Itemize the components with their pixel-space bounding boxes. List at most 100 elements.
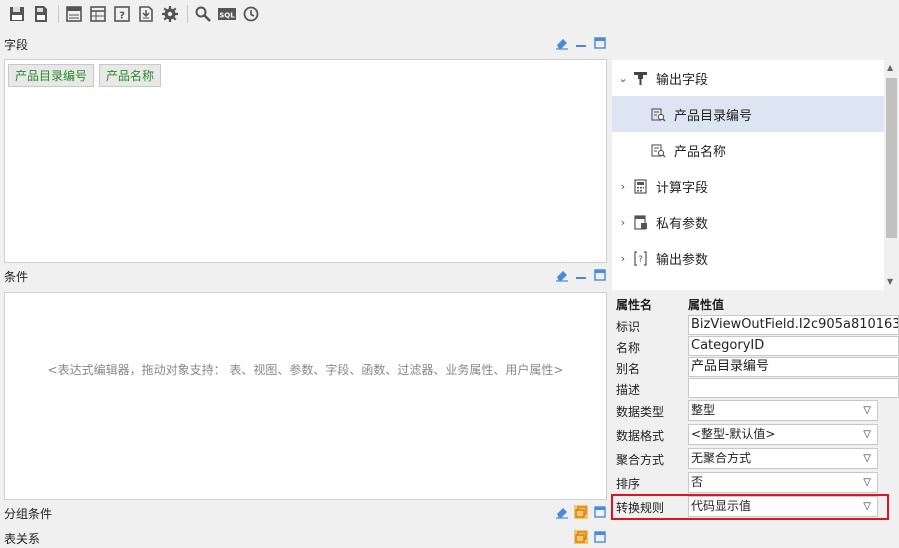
maximize-icon[interactable] bbox=[593, 36, 607, 50]
prop-id-field[interactable]: BizViewOutField.I2c905a8101638fb bbox=[688, 315, 899, 335]
group-header-tools bbox=[555, 505, 607, 519]
data-format-select[interactable]: <整型-默认值> ▽ bbox=[688, 424, 878, 445]
save-icon[interactable] bbox=[6, 3, 28, 25]
sort-select[interactable]: 否 ▽ bbox=[688, 472, 878, 493]
fields-header-tools bbox=[555, 36, 607, 50]
relation-section-title: 表关系 bbox=[0, 527, 40, 548]
chevron-right-icon[interactable]: › bbox=[614, 180, 632, 193]
fields-title-text: 字段 bbox=[4, 37, 29, 52]
select-value: <整型-默认值> bbox=[691, 427, 776, 441]
maximize-icon[interactable] bbox=[593, 530, 607, 544]
maximize-icon[interactable] bbox=[593, 268, 607, 282]
prop-label: 聚合方式 bbox=[616, 453, 665, 467]
save-as-icon[interactable] bbox=[30, 3, 52, 25]
highlight-box bbox=[611, 494, 889, 520]
tree-item-label: 输出参数 bbox=[656, 252, 709, 268]
table-icon[interactable] bbox=[87, 3, 109, 25]
restore-icon[interactable] bbox=[574, 505, 588, 519]
tree-item-label: 产品名称 bbox=[674, 144, 727, 160]
expression-editor-placeholder: <表达式编辑器，拖动对象支持： 表、视图、参数、字段、函数、过滤器、业务属性、用… bbox=[47, 363, 564, 377]
group-section-title: 分组条件 bbox=[0, 502, 52, 524]
history-icon[interactable] bbox=[240, 3, 262, 25]
prop-row-data-format: 数据格式 <整型-默认值> ▽ bbox=[612, 423, 899, 446]
prop-label: 描述 bbox=[616, 383, 641, 397]
eraser-icon[interactable] bbox=[555, 505, 569, 519]
tree-item-label: 计算字段 bbox=[656, 180, 709, 196]
prop-row-alias: 别名 产品目录编号 bbox=[612, 356, 899, 379]
tree-item-calculated-fields[interactable]: › 计算字段 bbox=[612, 168, 884, 204]
group-title-text: 分组条件 bbox=[4, 506, 53, 521]
toolbar-divider bbox=[58, 5, 59, 23]
prop-label: 标识 bbox=[616, 320, 641, 334]
prop-label: 数据格式 bbox=[616, 429, 665, 443]
chevron-right-icon[interactable]: › bbox=[614, 216, 632, 229]
select-value: 整型 bbox=[691, 403, 716, 417]
tree-item-product-name[interactable]: 产品名称 bbox=[612, 132, 884, 168]
prop-row-aggregation: 聚合方式 无聚合方式 ▽ bbox=[612, 447, 899, 470]
tree-scrollbar[interactable]: ▲ ▼ bbox=[884, 60, 899, 290]
tree-item-label: 私有参数 bbox=[656, 216, 709, 232]
tree-item-label: 输出字段 bbox=[656, 72, 709, 88]
scroll-thumb[interactable] bbox=[886, 78, 897, 238]
expression-editor[interactable]: <表达式编辑器，拖动对象支持： 表、视图、参数、字段、函数、过滤器、业务属性、用… bbox=[4, 292, 607, 500]
sql-icon-label: SQL bbox=[219, 12, 235, 20]
calculator-icon bbox=[632, 178, 648, 194]
eraser-icon[interactable] bbox=[555, 268, 569, 282]
chevron-down-icon[interactable]: ⌄ bbox=[614, 72, 632, 85]
property-name-header: 属性名 bbox=[616, 298, 653, 312]
prop-row-id: 标识 BizViewOutField.I2c905a8101638fb bbox=[612, 314, 899, 337]
conditions-section-title: 条件 bbox=[0, 265, 28, 287]
prop-label: 别名 bbox=[616, 362, 641, 376]
field-chip-product-name[interactable]: 产品名称 bbox=[99, 64, 162, 87]
select-value: 无聚合方式 bbox=[691, 451, 752, 465]
relation-header-tools bbox=[574, 530, 607, 544]
prop-row-sort: 排序 否 ▽ bbox=[612, 471, 899, 494]
scroll-down-icon[interactable]: ▼ bbox=[887, 277, 893, 286]
prop-name-field[interactable]: CategoryID bbox=[688, 336, 899, 356]
view-icon[interactable] bbox=[63, 3, 85, 25]
property-value-header: 属性值 bbox=[688, 298, 725, 312]
chevron-right-icon[interactable]: › bbox=[614, 252, 632, 265]
conditions-title-text: 条件 bbox=[4, 269, 29, 284]
prop-row-data-type: 数据类型 整型 ▽ bbox=[612, 399, 899, 422]
data-type-select[interactable]: 整型 ▽ bbox=[688, 400, 878, 421]
maximize-icon[interactable] bbox=[593, 505, 607, 519]
sql-icon[interactable]: SQL bbox=[216, 3, 238, 25]
prop-description-field[interactable] bbox=[688, 378, 899, 398]
filter-icon bbox=[632, 70, 648, 86]
private-param-icon bbox=[632, 214, 648, 230]
chevron-down-icon: ▽ bbox=[863, 429, 871, 440]
toolbar: ? SQL bbox=[0, 0, 899, 28]
minimize-icon[interactable] bbox=[574, 36, 588, 50]
tree-item-label: 产品目录编号 bbox=[674, 108, 753, 124]
prop-label: 数据类型 bbox=[616, 405, 665, 419]
chevron-down-icon: ▽ bbox=[863, 477, 871, 488]
settings-icon[interactable] bbox=[159, 3, 181, 25]
minimize-icon[interactable] bbox=[574, 268, 588, 282]
tree-item-output-fields[interactable]: ⌄ 输出字段 bbox=[612, 60, 884, 96]
prop-row-name: 名称 CategoryID bbox=[612, 335, 899, 358]
eraser-icon[interactable] bbox=[555, 36, 569, 50]
prop-row-description: 描述 bbox=[612, 377, 899, 400]
svg-text:?: ? bbox=[119, 11, 125, 22]
tree-item-category-id[interactable]: 产品目录编号 bbox=[612, 96, 884, 132]
search-icon[interactable] bbox=[192, 3, 214, 25]
prop-label: 排序 bbox=[616, 477, 641, 491]
export-icon[interactable] bbox=[135, 3, 157, 25]
tree-item-output-params[interactable]: › ? 输出参数 bbox=[612, 240, 884, 276]
prop-label: 名称 bbox=[616, 341, 641, 355]
field-chip-category-id[interactable]: 产品目录编号 bbox=[8, 64, 95, 87]
svg-text:?: ? bbox=[638, 255, 643, 265]
chevron-down-icon: ▽ bbox=[863, 405, 871, 416]
select-value: 否 bbox=[691, 475, 704, 489]
prop-alias-field[interactable]: 产品目录编号 bbox=[688, 357, 899, 377]
help-query-icon[interactable]: ? bbox=[111, 3, 133, 25]
tree-item-private-params[interactable]: › 私有参数 bbox=[612, 204, 884, 240]
conditions-header-tools bbox=[555, 268, 607, 282]
scroll-up-icon[interactable]: ▲ bbox=[887, 63, 893, 72]
toolbar-divider bbox=[187, 5, 188, 23]
aggregation-select[interactable]: 无聚合方式 ▽ bbox=[688, 448, 878, 469]
fields-panel[interactable]: 产品目录编号 产品名称 bbox=[4, 59, 607, 263]
field-search-icon bbox=[650, 142, 666, 158]
restore-icon[interactable] bbox=[574, 530, 588, 544]
